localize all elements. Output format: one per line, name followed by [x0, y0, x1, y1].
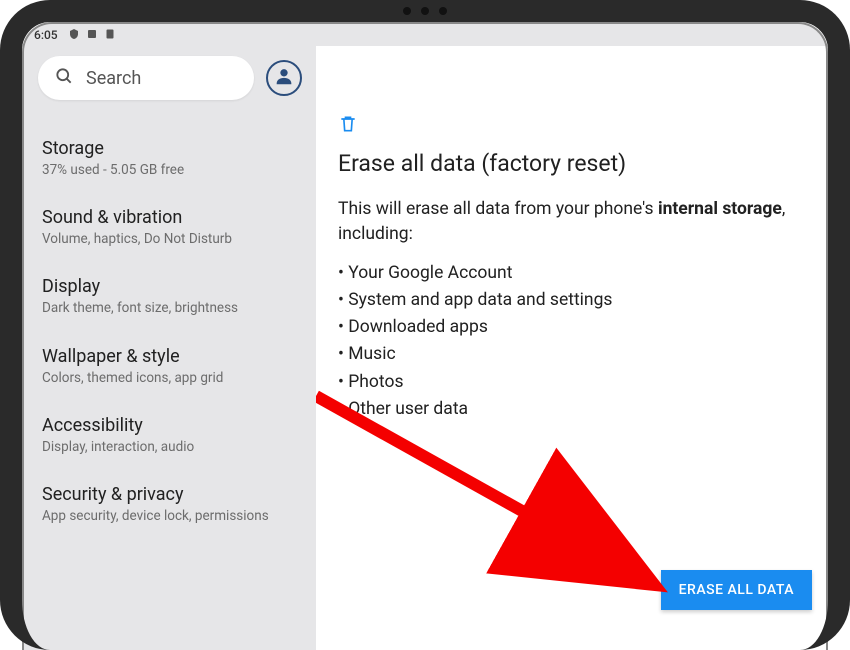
sidebar-item-subtitle: App security, device lock, permissions [42, 507, 298, 525]
bullet-item: Photos [338, 369, 802, 396]
sidebar-item-sound[interactable]: Sound & vibration Volume, haptics, Do No… [38, 193, 302, 262]
sidebar-item-subtitle: Colors, themed icons, app grid [42, 369, 298, 387]
bullet-item: Other user data [338, 396, 802, 423]
sidebar-item-storage[interactable]: Storage 37% used - 5.05 GB free [38, 124, 302, 193]
sidebar-item-label: Storage [42, 138, 298, 159]
sidebar-item-subtitle: Dark theme, font size, brightness [42, 299, 298, 317]
bullet-list: Your Google Account System and app data … [338, 260, 802, 423]
main-content: Erase all data (factory reset) This will… [316, 46, 826, 650]
page-title: Erase all data (factory reset) [338, 150, 802, 177]
bullet-item: System and app data and settings [338, 287, 802, 314]
sidebar-item-wallpaper[interactable]: Wallpaper & style Colors, themed icons, … [38, 332, 302, 401]
user-icon [273, 65, 295, 91]
search-placeholder: Search [86, 68, 141, 89]
lead-prefix: This will erase all data from your phone… [338, 199, 658, 219]
bullet-item: Downloaded apps [338, 314, 802, 341]
sidebar-item-accessibility[interactable]: Accessibility Display, interaction, audi… [38, 401, 302, 470]
square-icon [86, 28, 98, 43]
lead-text: This will erase all data from your phone… [338, 197, 802, 246]
sidebar-item-subtitle: Volume, haptics, Do Not Disturb [42, 230, 298, 248]
sidebar-item-subtitle: 37% used - 5.05 GB free [42, 161, 298, 179]
settings-sidebar: Search Storage 37% used - 5.05 GB free S… [24, 46, 316, 650]
profile-avatar[interactable] [266, 60, 302, 96]
sidebar-item-subtitle: Display, interaction, audio [42, 438, 298, 456]
sidebar-item-label: Display [42, 276, 298, 297]
sidebar-item-label: Sound & vibration [42, 207, 298, 228]
sidebar-item-display[interactable]: Display Dark theme, font size, brightnes… [38, 262, 302, 331]
status-time: 6:05 [34, 28, 58, 42]
card-icon [104, 28, 116, 43]
sidebar-item-security[interactable]: Security & privacy App security, device … [38, 470, 302, 539]
sidebar-item-label: Wallpaper & style [42, 346, 298, 367]
sidebar-item-label: Accessibility [42, 415, 298, 436]
trash-icon [338, 114, 358, 136]
bullet-item: Your Google Account [338, 260, 802, 287]
status-bar: 6:05 [24, 24, 826, 46]
sidebar-item-label: Security & privacy [42, 484, 298, 505]
shield-icon [68, 28, 80, 43]
lead-bold: internal storage [658, 199, 782, 219]
bullet-item: Music [338, 341, 802, 368]
search-input[interactable]: Search [38, 56, 254, 100]
search-icon [54, 66, 74, 91]
erase-all-data-button[interactable]: ERASE ALL DATA [661, 570, 812, 610]
